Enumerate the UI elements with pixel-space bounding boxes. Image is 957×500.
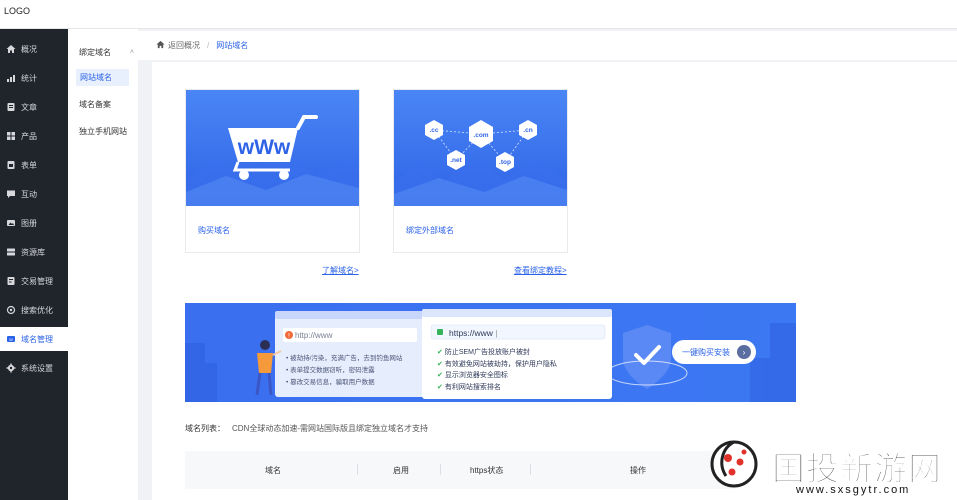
https-url-text: https://www | [449,328,498,338]
grid-icon [6,131,16,141]
cdn-note: CDN全球动态加速-需网站国际版且绑定独立域名才支持 [232,424,428,433]
svg-text:.cn: .cn [523,127,532,134]
chevron-up-icon: ˄ [129,49,134,56]
sidebar-item-resources[interactable]: 资源库 [0,240,68,264]
sidebar-item-label: 系统设置 [21,363,53,373]
sidebar: 概况 统计 文章 产品 表单 互动 图册 资源库 交易管理 搜索优化 W 域名管… [0,29,68,500]
https-benefit-item: ✔ 显示浏览器安全图标 [437,372,508,379]
sidebar-item-label: 互动 [21,189,37,199]
http-risk-list: • 被劫持/污染，充满广告，去到钓鱼网站 • 表单提交数据窃听，密码泄露 • 篡… [286,353,402,389]
subnav-item-mobile-site[interactable]: 独立手机网站 [79,126,127,137]
learn-domain-link[interactable]: 了解域名> [322,265,359,276]
shopping-cart-illustration: wWw [186,90,359,206]
https-benefit-item: ✔ 有效避免网站被劫持，保护用户隐私 [437,360,557,368]
breadcrumb-current: 网站域名 [216,41,249,50]
top-bar: LOGO [0,0,957,29]
https-benefit-item: ✔ 防止SEM广告投放账户被封 [437,349,530,356]
check-icon: ✔ [437,349,443,356]
domain-icon: W [6,334,16,344]
arrow-right-icon: › [737,345,751,359]
sidebar-item-products[interactable]: 产品 [0,124,68,148]
gear-icon [6,363,16,373]
sidebar-item-label: 交易管理 [21,276,53,286]
svg-text:W: W [9,337,13,342]
sidebar-item-label: 资源库 [21,247,45,257]
check-icon: ✔ [437,383,443,391]
column-divider [440,464,441,475]
watermark-brand: 国投新游网 [772,449,942,489]
sidebar-item-label: 统计 [21,73,37,83]
bind-external-domain-label[interactable]: 绑定外部域名 [406,225,454,236]
https-benefit-list: ✔ 防止SEM广告投放账户被封 ✔ 有效避免网站被劫持，保护用户隐私 ✔ 显示浏… [437,347,557,393]
buy-domain-card[interactable]: wWw 购买域名 [185,89,360,253]
album-icon [6,218,16,228]
subnav-item-site-domain[interactable]: 网站域名 [76,69,129,86]
trade-icon [6,276,16,286]
domain-table-header: 域名 启用 https状态 操作 [185,451,735,489]
sidebar-item-forms[interactable]: 表单 [0,153,68,177]
chat-icon [6,189,16,199]
view-bind-tutorial-link[interactable]: 查看绑定教程> [514,265,567,276]
column-header-https-status: https状态 [470,466,504,475]
http-risk-item: • 表单提交数据窃听，密码泄露 [286,367,375,374]
home-icon [6,44,16,54]
column-divider [357,464,358,475]
form-icon [6,160,16,170]
check-icon: ✔ [437,372,443,379]
column-header-actions: 操作 [630,466,646,475]
sub-navigation: 绑定域名 ˄ 网站域名 域名备案 独立手机网站 [68,29,138,500]
sidebar-item-label: 概况 [21,44,37,54]
http-risk-item: • 篡改交易信息，骗取用户数据 [286,379,375,386]
domain-list-label: 域名列表： [185,424,225,433]
sidebar-item-trade[interactable]: 交易管理 [0,269,68,293]
sidebar-item-overview[interactable]: 概况 [0,37,68,61]
svg-text:.com: .com [473,132,488,139]
sidebar-item-articles[interactable]: 文章 [0,95,68,119]
svg-text:.cc: .cc [429,127,438,134]
search-optimize-icon [6,305,16,315]
sidebar-item-label: 文章 [21,102,37,112]
home-icon [156,40,165,51]
chart-icon [6,73,16,83]
breadcrumb-back-link[interactable]: 返回概况 [168,40,200,51]
buy-domain-label[interactable]: 购买域名 [198,225,230,236]
sidebar-item-label: 搜索优化 [21,305,53,315]
sidebar-item-stats[interactable]: 统计 [0,66,68,90]
http-risk-item: • 被劫持/污染，充满广告，去到钓鱼网站 [286,355,403,362]
logo: LOGO [4,6,31,16]
sidebar-item-label: 域名管理 [21,334,53,344]
sidebar-item-interaction[interactable]: 互动 [0,182,68,206]
sidebar-item-label: 图册 [21,218,37,228]
svg-text:.net: .net [450,157,462,164]
subnav-group-label: 绑定域名 [79,48,111,57]
sidebar-item-domain[interactable]: W 域名管理 [0,327,68,351]
sidebar-item-settings[interactable]: 系统设置 [0,356,68,380]
www-text: wWw [237,136,291,159]
database-icon [6,247,16,257]
check-icon: ✔ [437,360,443,368]
breadcrumb-separator: / [207,41,210,50]
column-header-domain: 域名 [265,466,281,475]
tld-network-illustration: .cc .com .cn .net .top [394,90,567,206]
subnav-group-bind-domain[interactable]: 绑定域名 ˄ [79,47,134,58]
one-click-buy-install-button[interactable]: 一键购买安装 › [672,340,756,364]
https-benefit-item: ✔ 有利网站搜索排名 [437,383,501,391]
sidebar-item-label: 表单 [21,160,37,170]
subnav-item-domain-filing[interactable]: 域名备案 [79,99,111,110]
ssl-promo-banner: ! http://www • 被劫持/污染，充满广告，去到钓鱼网站 • 表单提交… [185,303,796,402]
column-header-enabled: 启用 [393,466,409,475]
sidebar-item-album[interactable]: 图册 [0,211,68,235]
article-icon [6,102,16,112]
svg-text:.top: .top [499,159,511,166]
http-url-text: http://www [295,331,333,340]
sidebar-item-label: 产品 [21,131,37,141]
column-divider [530,464,531,475]
bind-external-domain-card[interactable]: .cc .com .cn .net .top 绑定外部域名 [393,89,568,253]
watermark-url: www.sxsgytr.com [796,484,911,496]
sidebar-item-seo[interactable]: 搜索优化 [0,298,68,322]
breadcrumb: 返回概况 / 网站域名 [138,31,957,60]
watermark: 国投新游网 www.sxsgytr.com [700,430,957,500]
